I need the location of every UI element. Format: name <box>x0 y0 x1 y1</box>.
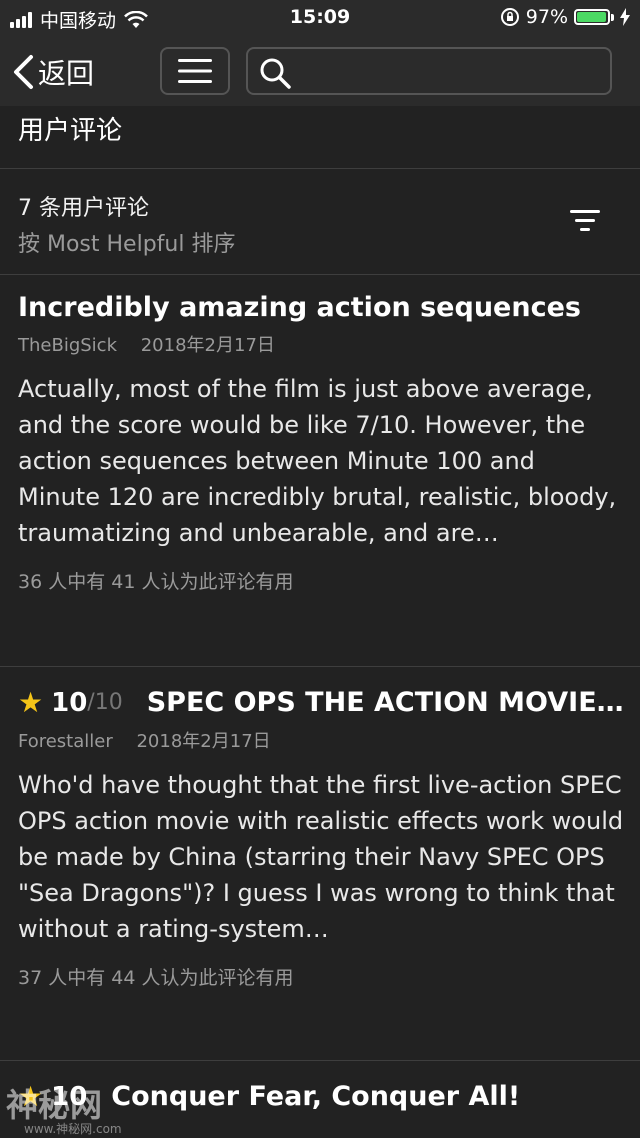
battery-icon <box>574 9 610 25</box>
review-title: Incredibly amazing action sequences <box>18 292 581 323</box>
filter-button[interactable] <box>562 204 608 238</box>
charging-icon <box>620 8 630 26</box>
divider <box>0 168 640 169</box>
review-author[interactable]: Forestaller <box>18 731 113 752</box>
watermark-url: www.神秘网.com <box>24 1122 122 1136</box>
review-author[interactable]: TheBigSick <box>18 335 117 356</box>
sort-label: 按 Most Helpful 排序 <box>18 232 236 257</box>
review-count: 7 条用户评论 <box>18 196 149 221</box>
divider <box>0 274 640 275</box>
review-title: SPEC OPS THE ACTION MOVIE… <box>146 687 624 718</box>
star-icon: ★ <box>18 686 44 719</box>
rating-score: 10 <box>51 687 88 718</box>
chevron-left-icon <box>14 55 33 89</box>
hamburger-icon <box>178 59 212 83</box>
filter-icon <box>570 210 600 231</box>
review-header: ★ 10 /10 SPEC OPS THE ACTION MOVIE… <box>18 686 624 719</box>
rating-max: /10 <box>87 690 123 715</box>
menu-button[interactable] <box>160 47 230 95</box>
back-button[interactable]: 返回 <box>12 52 94 92</box>
review-item[interactable]: ★ 10 Conquer Fear, Conquer All! <box>18 1080 624 1113</box>
back-label: 返回 <box>38 57 95 90</box>
rotation-lock-icon <box>500 8 519 26</box>
status-right: 97% <box>500 6 630 28</box>
battery-percent: 97% <box>525 6 568 28</box>
review-item[interactable]: ★ 10 /10 SPEC OPS THE ACTION MOVIE… Fore… <box>18 686 624 990</box>
review-meta: TheBigSick 2018年2月17日 <box>18 331 624 357</box>
section-title: 用户评论 <box>18 116 123 146</box>
search-icon <box>260 58 291 89</box>
review-body: Actually, most of the film is just above… <box>18 375 617 547</box>
review-helpful: 37 人中有 44 人认为此评论有用 <box>18 967 294 989</box>
review-helpful: 36 人中有 41 人认为此评论有用 <box>18 571 294 593</box>
review-item[interactable]: Incredibly amazing action sequences TheB… <box>18 292 624 594</box>
review-date: 2018年2月17日 <box>140 335 275 356</box>
search-input[interactable] <box>246 47 612 95</box>
review-header: ★ 10 Conquer Fear, Conquer All! <box>18 1080 624 1113</box>
review-date: 2018年2月17日 <box>136 731 271 752</box>
divider <box>0 666 640 667</box>
review-body: Who'd have thought that the first live-a… <box>18 771 624 943</box>
nav-bar: 返回 <box>0 36 640 106</box>
review-title: Conquer Fear, Conquer All! <box>111 1081 521 1112</box>
divider <box>0 1060 640 1061</box>
review-meta: Forestaller 2018年2月17日 <box>18 727 624 753</box>
status-bar: 中国移动 15:09 97% <box>0 0 640 36</box>
